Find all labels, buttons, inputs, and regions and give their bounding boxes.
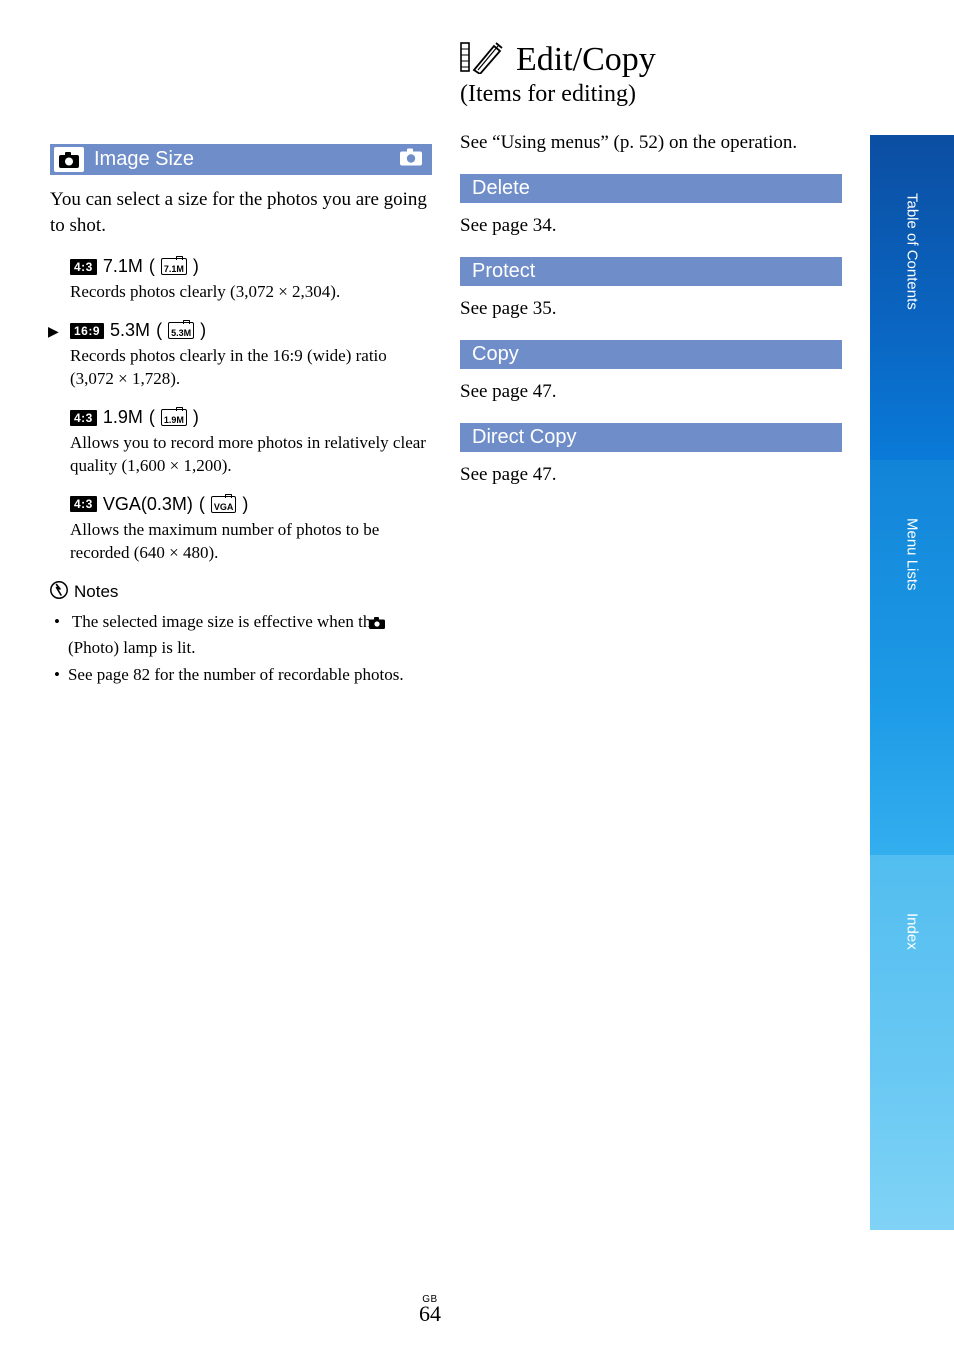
ratio-badge: 4:3 [70,496,97,512]
option-7-1m: 4:3 7.1M (7.1M) Records photos clearly (… [70,256,432,304]
page-subtitle: (Items for editing) [460,81,842,108]
image-size-intro: You can select a size for the photos you… [50,187,432,238]
image-size-options: 4:3 7.1M (7.1M) Records photos clearly (… [50,256,432,565]
left-column: Image Size You can select a size for the… [50,40,432,1357]
section-bar-protect: Protect [460,257,842,286]
option-1-9m: 4:3 1.9M (1.9M) Allows you to record mor… [70,407,432,478]
option-desc: Records photos clearly in the 16:9 (wide… [70,345,432,391]
section-bar-image-size: Image Size [50,144,432,175]
footer-page-number: 64 [419,1301,441,1326]
delete-ref: See page 34. [460,215,842,237]
size-icon: 7.1M [161,258,187,275]
size-icon: 5.3M [168,322,194,339]
camera-badge-icon [54,147,84,172]
edit-copy-intro: See “Using menus” (p. 52) on the operati… [460,130,842,156]
camera-inline-icon [383,612,385,636]
section-bar-direct-copy: Direct Copy [460,423,842,452]
notes-icon [50,581,68,604]
page-content: Image Size You can select a size for the… [0,0,860,1357]
camera-mode-icon [400,148,422,171]
side-tabs: Table of Contents Menu Lists Index [870,135,954,1230]
section-title: Image Size [94,148,194,171]
option-5-3m: ▶ 16:9 5.3M (5.3M) Records photos clearl… [70,320,432,391]
size-icon: 1.9M [161,409,187,426]
notes-heading: Notes [50,581,432,604]
option-vga: 4:3 VGA(0.3M) (VGA) Allows the maximum n… [70,494,432,565]
option-desc: Allows you to record more photos in rela… [70,432,432,478]
ratio-badge: 16:9 [70,323,104,339]
direct-copy-ref: See page 47. [460,464,842,486]
ratio-badge: 4:3 [70,259,97,275]
default-marker-icon: ▶ [48,324,59,341]
ratio-badge: 4:3 [70,410,97,426]
option-label: VGA(0.3M) [103,494,193,515]
section-bar-copy: Copy [460,340,842,369]
protect-ref: See page 35. [460,298,842,320]
page-title-row: Edit/Copy [460,40,842,79]
tab-table-of-contents[interactable]: Table of Contents [870,135,954,460]
option-label: 5.3M [110,320,150,341]
right-column: Edit/Copy (Items for editing) See “Using… [460,40,842,1357]
tab-index[interactable]: Index [870,855,954,1230]
option-label: 1.9M [103,407,143,428]
tab-menu-lists[interactable]: Menu Lists [870,460,954,855]
option-desc: Records photos clearly (3,072 × 2,304). [70,281,432,304]
copy-ref: See page 47. [460,381,842,403]
option-desc: Allows the maximum number of photos to b… [70,519,432,565]
option-label: 7.1M [103,256,143,277]
size-icon: VGA [211,496,237,513]
section-bar-delete: Delete [460,174,842,203]
page-footer: GB 64 [0,1294,860,1327]
notes-list: The selected image size is effective whe… [50,610,432,687]
page-title: Edit/Copy [516,41,656,79]
note-item: See page 82 for the number of recordable… [54,663,432,687]
edit-copy-icon [460,40,506,79]
note-item: The selected image size is effective whe… [54,610,432,660]
